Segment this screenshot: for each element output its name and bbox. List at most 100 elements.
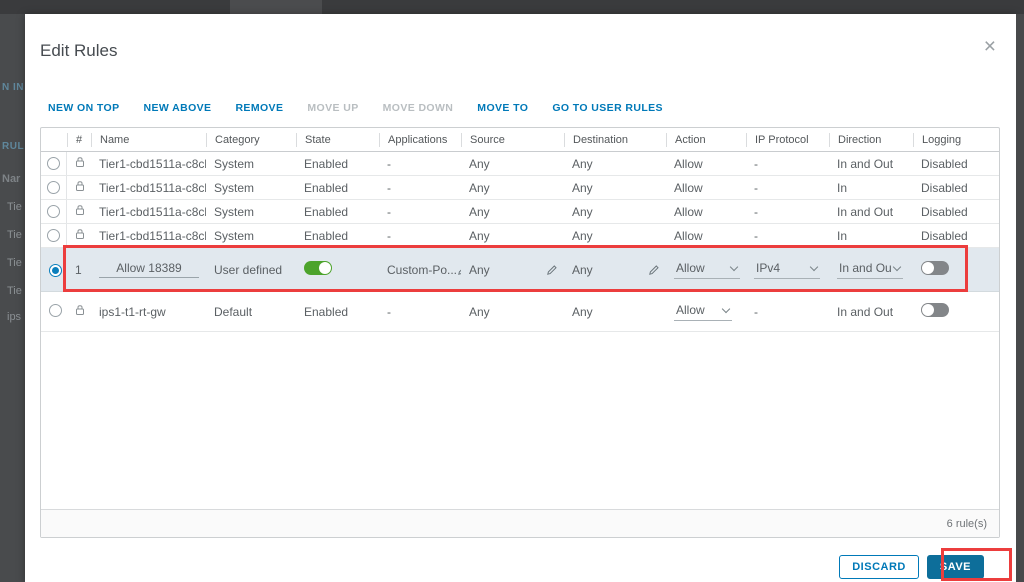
rules-toolbar: NEW ON TOP NEW ABOVE REMOVE MOVE UP MOVE… [48,102,663,114]
close-icon[interactable]: × [984,36,996,57]
header-logging: Logging [913,132,1001,147]
cell-applications: - [387,204,391,219]
header-name: Name [91,132,206,147]
cell-action: Allow [674,228,703,243]
cell-destination: Any [572,204,593,219]
background-text: Nar [2,173,21,185]
action-dropdown[interactable]: Allow [674,261,740,279]
chevron-down-icon [729,262,739,271]
header-destination: Destination [564,132,666,147]
lock-icon [75,180,85,195]
cell-source: Any [469,228,490,243]
background-topbar-segment [230,0,322,14]
cell-source: Any [469,180,490,195]
header-select [41,133,67,147]
cell-ip-protocol: - [754,204,758,219]
state-toggle-on[interactable] [304,261,332,275]
cell-action: Allow [674,180,703,195]
header-category: Category [206,132,296,147]
cell-ip-protocol: - [754,180,758,195]
cell-applications: Custom-Po... [387,262,458,277]
lock-icon [75,156,85,171]
cell-logging: Disabled [921,156,968,171]
lock-icon [75,204,85,219]
cell-logging: Disabled [921,204,968,219]
row-radio[interactable] [47,181,60,194]
move-down-button: MOVE DOWN [382,102,454,114]
dialog-actions: DISCARD SAVE [839,555,984,579]
direction-dropdown[interactable]: In and Ou [837,261,903,279]
new-above-button[interactable]: NEW ABOVE [143,102,211,114]
cell-destination: Any [572,180,593,195]
cell-applications: - [387,180,391,195]
row-radio[interactable] [47,229,60,242]
cell-name: Tier1-cbd1511a-c8cb-4... [99,180,206,195]
cell-destination: Any [572,262,593,277]
rule-count: 6 rule(s) [946,517,987,530]
cell-name: Tier1-cbd1511a-c8cb-4... [99,204,206,219]
cell-source: Any [469,156,490,171]
logging-toggle-off[interactable] [921,261,949,275]
cell-direction: In [837,180,848,195]
move-up-button: MOVE UP [307,102,359,114]
chevron-down-icon [892,262,902,271]
cell-logging: Disabled [921,180,968,195]
row-radio[interactable] [47,157,60,170]
chevron-down-icon [809,262,819,271]
cell-num: 1 [75,262,82,277]
header-state: State [296,132,379,147]
background-topbar [0,0,1024,14]
table-row: Tier1-cbd1511a-c8cb-4... System Enabled … [41,152,999,176]
header-source: Source [461,132,564,147]
row-radio[interactable] [47,205,60,218]
cell-state: Enabled [304,204,349,219]
cell-direction: In [837,228,848,243]
cell-source: Any [469,304,490,319]
action-dropdown[interactable]: Allow [674,303,732,321]
table-row: Tier1-cbd1511a-c8cb-4... System Enabled … [41,176,999,200]
cell-name: Tier1-cbd1511a-c8cb-4... [99,228,206,243]
table-footer: 6 rule(s) [41,509,999,537]
dialog-title: Edit Rules [40,41,118,60]
cell-name: Tier1-cbd1511a-c8cb-4... [99,156,206,171]
ip-protocol-dropdown[interactable]: IPv4 [754,261,820,279]
lock-icon [75,228,85,243]
row-radio-selected[interactable] [49,263,62,277]
cell-state: Enabled [304,304,349,319]
cell-logging: Disabled [921,228,968,243]
chevron-down-icon [721,304,731,313]
new-on-top-button[interactable]: NEW ON TOP [48,102,119,114]
header-applications: Applications [379,132,461,147]
cell-source: Any [469,262,490,277]
header-direction: Direction [829,132,913,147]
rule-name-input[interactable] [99,261,199,278]
background-page-left: N IN RUL Nar Tie Tie Tie Tie ips [0,14,25,582]
background-page-right [1016,14,1024,582]
move-to-button[interactable]: MOVE TO [477,102,528,114]
table-row: Tier1-cbd1511a-c8cb-4... System Enabled … [41,200,999,224]
cell-destination: Any [572,156,593,171]
discard-button[interactable]: DISCARD [839,555,919,579]
lock-icon [75,304,85,319]
edit-destination-icon[interactable] [648,264,660,276]
screen: { "dialog": { "title": "Edit Rules", "cl… [0,0,1024,582]
cell-ip-protocol: - [754,304,758,319]
save-button[interactable]: SAVE [926,555,984,579]
logging-toggle-off[interactable] [921,303,949,317]
table-row-editing: 1 User defined Custom-Po... Any Any Allo… [41,248,999,292]
cell-ip-protocol: - [754,156,758,171]
go-to-user-rules-button[interactable]: GO TO USER RULES [552,102,663,114]
edit-rules-dialog: Edit Rules × NEW ON TOP NEW ABOVE REMOVE… [25,14,1016,582]
remove-button[interactable]: REMOVE [235,102,283,114]
cell-category: System [214,228,255,243]
row-radio[interactable] [49,303,62,317]
cell-state: Enabled [304,228,349,243]
cell-applications: - [387,228,391,243]
cell-applications: - [387,156,391,171]
edit-source-icon[interactable] [546,264,558,276]
cell-category: User defined [214,262,283,277]
cell-state: Enabled [304,180,349,195]
table-row: ips1-t1-rt-gw Default Enabled - Any Any … [41,292,999,332]
cell-category: Default [214,304,253,319]
cell-destination: Any [572,304,593,319]
